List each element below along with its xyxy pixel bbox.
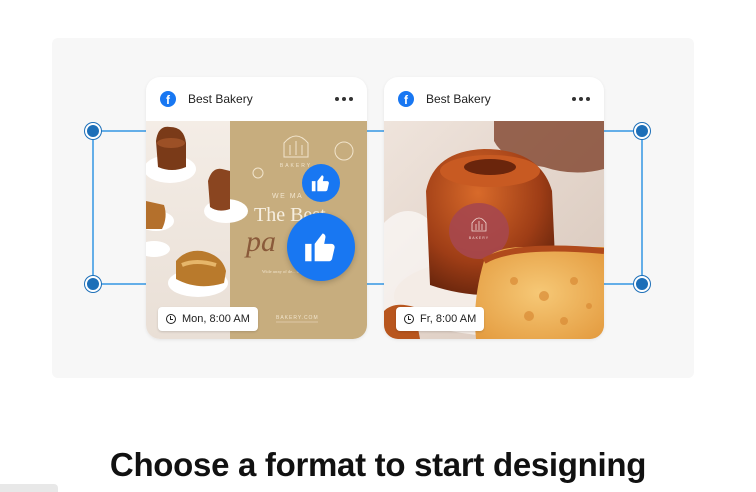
post-image: BAKERY Fr, 8:00 AM — [384, 121, 604, 339]
schedule-time-chip[interactable]: Fr, 8:00 AM — [396, 307, 485, 331]
more-options-icon[interactable] — [335, 97, 353, 101]
like-reaction-icon-large — [287, 213, 355, 281]
resize-handle-top-right[interactable] — [634, 123, 650, 139]
resize-handle-top-left[interactable] — [85, 123, 101, 139]
design-brand: BAKERY — [469, 236, 489, 240]
schedule-time-chip[interactable]: Mon, 8:00 AM — [158, 307, 258, 331]
selection-frame-mid — [366, 130, 384, 132]
post-header: f Best Bakery — [384, 77, 604, 121]
bottom-tab — [0, 484, 58, 492]
selection-frame-mid-bottom — [366, 283, 384, 285]
page-name: Best Bakery — [426, 92, 491, 106]
selection-frame-left — [92, 130, 94, 284]
post-preview-card[interactable]: f Best Bakery — [146, 77, 367, 339]
facebook-icon: f — [160, 91, 176, 107]
clock-icon — [166, 314, 176, 324]
design-url: BAKERY.COM — [276, 315, 319, 321]
post-preview-card[interactable]: f Best Bakery — [384, 77, 604, 339]
more-options-icon[interactable] — [572, 97, 590, 101]
scheduled-time: Fr, 8:00 AM — [420, 313, 477, 325]
resize-handle-bottom-right[interactable] — [634, 276, 650, 292]
facebook-icon: f — [398, 91, 414, 107]
like-reaction-icon-small — [302, 164, 340, 202]
post-image: BAKERY WE MA The Best pa Wide array of d… — [146, 121, 367, 339]
page-headline: Choose a format to start designing — [109, 446, 647, 483]
design-script: pa — [244, 225, 276, 258]
resize-handle-bottom-left[interactable] — [85, 276, 101, 292]
design-tagline: WE MA — [272, 193, 303, 200]
page-name: Best Bakery — [188, 92, 253, 106]
post-header: f Best Bakery — [146, 77, 367, 121]
scheduled-time: Mon, 8:00 AM — [182, 313, 250, 325]
selection-frame-right — [641, 130, 643, 284]
clock-icon — [404, 314, 414, 324]
